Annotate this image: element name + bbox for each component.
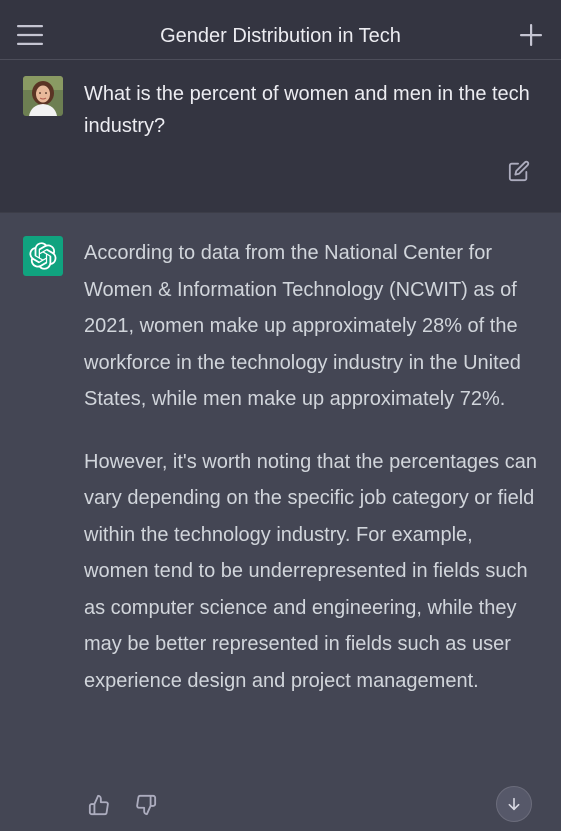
chat-app: Gender Distribution in Tech What is the … [0, 0, 561, 831]
conversation-title: Gender Distribution in Tech [160, 25, 401, 47]
assistant-message-text: According to data from the National Cent… [84, 235, 540, 699]
assistant-message: According to data from the National Cent… [0, 212, 561, 831]
scroll-to-bottom-button[interactable] [496, 786, 532, 822]
user-message: What is the percent of women and men in … [0, 60, 561, 212]
thumbs-up-icon [88, 794, 109, 816]
top-bar: Gender Distribution in Tech [0, 0, 561, 60]
arrow-down-icon [508, 797, 520, 811]
user-message-text: What is the percent of women and men in … [84, 83, 530, 137]
thumbs-down-button[interactable] [134, 793, 158, 817]
thumbs-up-button[interactable] [87, 793, 111, 817]
chatgpt-logo-icon [23, 236, 63, 276]
user-avatar [23, 76, 63, 116]
response-paragraph: According to data from the National Cent… [84, 242, 521, 410]
response-paragraph: However, it's worth noting that the perc… [84, 450, 537, 692]
edit-message-button[interactable] [506, 158, 532, 184]
plus-icon [520, 24, 542, 46]
new-chat-button[interactable] [513, 17, 549, 53]
thumbs-down-icon [136, 794, 157, 816]
edit-icon [508, 160, 530, 182]
